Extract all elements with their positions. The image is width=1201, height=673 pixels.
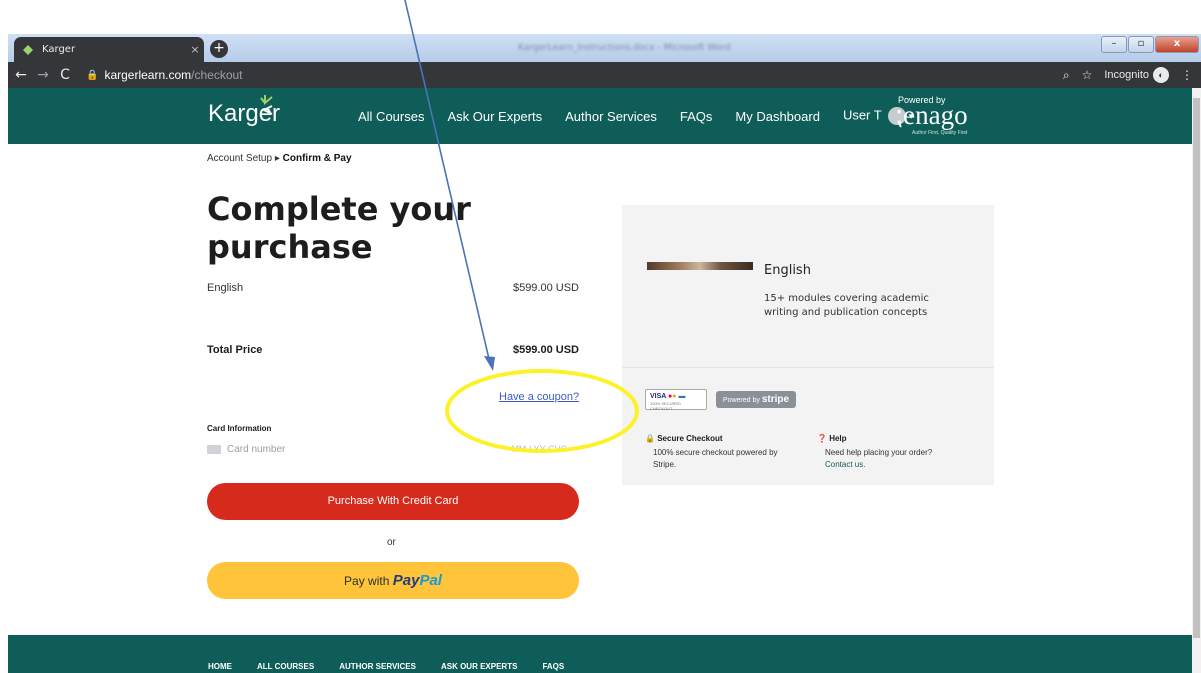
browser-tab[interactable]: Karger × bbox=[14, 37, 204, 62]
minimize-button[interactable]: – bbox=[1101, 36, 1127, 53]
stripe-prefix: Powered by bbox=[722, 397, 760, 404]
scrollbar-thumb[interactable] bbox=[1193, 98, 1200, 638]
amex-icon: ▬ bbox=[678, 393, 686, 400]
visa-logo: VISA bbox=[650, 393, 667, 400]
enago-mark-icon: ⁏ bbox=[894, 100, 904, 130]
or-separator: or bbox=[387, 537, 396, 548]
page-scrollbar[interactable] bbox=[1192, 88, 1201, 673]
lock-icon: 🔒 bbox=[86, 69, 99, 81]
nav-ask-our-experts[interactable]: Ask Our Experts bbox=[447, 109, 542, 124]
line-item-price: $599.00 USD bbox=[512, 282, 579, 294]
forward-arrow-icon[interactable]: → bbox=[34, 67, 52, 83]
incognito-indicator[interactable]: Incognito ◐ bbox=[1104, 67, 1169, 83]
enago-wordmark: enago bbox=[903, 100, 968, 130]
help-body: Need help placing your order? bbox=[825, 448, 933, 457]
enago-tagline: Author First, Quality First bbox=[912, 130, 968, 136]
card-number-field[interactable]: Card number MM / YY CVC bbox=[207, 441, 579, 457]
question-icon: ❓ bbox=[817, 434, 827, 443]
tab-title: Karger bbox=[42, 44, 76, 55]
menu-icon[interactable]: ⋮ bbox=[1181, 68, 1193, 82]
mastercard-icon-2: ● bbox=[672, 393, 677, 400]
karger-logo-mark-icon bbox=[260, 94, 274, 119]
credit-card-icon bbox=[207, 444, 221, 454]
zoom-icon[interactable]: ⌕ bbox=[1063, 68, 1070, 83]
address-bar[interactable]: 🔒 kargerlearn.com/checkout bbox=[86, 68, 243, 82]
user-name: User T bbox=[842, 107, 882, 123]
paypal-logo-pal: Pal bbox=[419, 572, 442, 589]
powered-by-stripe-badge: Powered by stripe bbox=[716, 391, 796, 408]
paypal-logo-pay: Pay bbox=[392, 572, 420, 589]
stripe-logo: stripe bbox=[761, 394, 790, 405]
page-title: Complete your purchase bbox=[207, 190, 471, 266]
annotation-arrow-head-icon bbox=[484, 356, 495, 371]
incognito-icon: ◐ bbox=[1153, 67, 1169, 83]
nav-author-services[interactable]: Author Services bbox=[565, 109, 657, 124]
site-footer: HOME ALL COURSES AUTHOR SERVICES ASK OUR… bbox=[8, 635, 1192, 673]
breadcrumb-step-account-setup[interactable]: Account Setup bbox=[207, 153, 272, 164]
help-title: Help bbox=[829, 434, 847, 443]
secure-checkout-title: Secure Checkout bbox=[657, 434, 723, 443]
footer-nav-author-services[interactable]: AUTHOR SERVICES bbox=[339, 662, 416, 671]
breadcrumb-step-confirm-pay: Confirm & Pay bbox=[282, 153, 352, 164]
breadcrumb-separator-icon: ▸ bbox=[274, 153, 283, 164]
incognito-label: Incognito bbox=[1104, 69, 1149, 81]
summary-divider bbox=[622, 367, 994, 368]
browser-toolbar: ← → C 🔒 kargerlearn.com/checkout ⌕ ☆ Inc… bbox=[8, 62, 1201, 88]
card-brands-badge: VISA ●● ▬ 100% SECURED CHECKOUT bbox=[645, 389, 707, 411]
site-header: Karger All Courses Ask Our Experts Autho… bbox=[8, 88, 1192, 144]
product-description: 15+ modules covering academic writing an… bbox=[764, 293, 929, 318]
main-nav: All Courses Ask Our Experts Author Servi… bbox=[358, 88, 913, 144]
window-title: KargerLearn_Instructions.docx - Microsof… bbox=[518, 43, 731, 53]
line-item-row: English $599.00 USD bbox=[207, 282, 579, 294]
contact-us-link[interactable]: Contact us. bbox=[825, 460, 865, 469]
lock-icon: 🔒 bbox=[645, 434, 655, 443]
tab-close-icon[interactable]: × bbox=[186, 43, 204, 56]
secure-checkout-body: 100% secure checkout powered by Stripe. bbox=[653, 448, 778, 469]
total-price: $599.00 USD bbox=[512, 344, 579, 356]
purchase-with-credit-card-button[interactable]: Purchase With Credit Card bbox=[207, 483, 579, 520]
reload-icon[interactable]: C bbox=[56, 67, 74, 83]
paypal-prefix: Pay with bbox=[344, 574, 390, 588]
breadcrumb: Account Setup ▸ Confirm & Pay bbox=[207, 153, 352, 164]
new-tab-button[interactable]: + bbox=[210, 40, 228, 58]
total-row: Total Price $599.00 USD bbox=[207, 344, 579, 356]
line-item-name: English bbox=[207, 282, 244, 294]
pay-with-paypal-button[interactable]: Pay with PayPal bbox=[207, 562, 579, 599]
browser-tabstrip: Karger × + KargerLearn_Instructions.docx… bbox=[8, 34, 1201, 62]
footer-nav-home[interactable]: HOME bbox=[208, 662, 232, 671]
footer-nav-ask-our-experts[interactable]: ASK OUR EXPERTS bbox=[441, 662, 517, 671]
card-information-label: Card Information bbox=[207, 424, 272, 433]
product-thumbnail bbox=[647, 262, 753, 270]
card-expiry-cvc-placeholder: MM / YY CVC bbox=[511, 444, 567, 454]
window-controls: – ▫ x bbox=[1101, 36, 1199, 53]
secure-checkout-info: 🔒 Secure Checkout 100% secure checkout p… bbox=[645, 433, 795, 471]
coupon-link[interactable]: Have a coupon? bbox=[499, 391, 579, 403]
footer-nav-faqs[interactable]: FAQS bbox=[542, 662, 564, 671]
star-icon[interactable]: ☆ bbox=[1082, 68, 1093, 82]
nav-my-dashboard[interactable]: My Dashboard bbox=[735, 109, 820, 124]
total-label: Total Price bbox=[207, 344, 263, 356]
nav-faqs[interactable]: FAQs bbox=[680, 109, 713, 124]
url-path: /checkout bbox=[191, 68, 243, 82]
product-title: English bbox=[764, 263, 811, 278]
close-window-button[interactable]: x bbox=[1155, 36, 1199, 53]
back-arrow-icon[interactable]: ← bbox=[12, 67, 30, 83]
footer-nav-all-courses[interactable]: ALL COURSES bbox=[257, 662, 314, 671]
enago-logo: ⁏enago bbox=[894, 100, 968, 131]
annotation-highlight-ellipse bbox=[445, 369, 639, 453]
help-info: ❓ Help Need help placing your order? Con… bbox=[817, 433, 967, 471]
karger-favicon-icon bbox=[22, 44, 34, 56]
card-number-placeholder: Card number bbox=[227, 443, 286, 455]
restore-button[interactable]: ▫ bbox=[1128, 36, 1154, 53]
nav-all-courses[interactable]: All Courses bbox=[358, 109, 424, 124]
secured-checkout-caption: 100% SECURED CHECKOUT bbox=[650, 401, 681, 411]
url-domain: kargerlearn.com bbox=[104, 68, 192, 82]
